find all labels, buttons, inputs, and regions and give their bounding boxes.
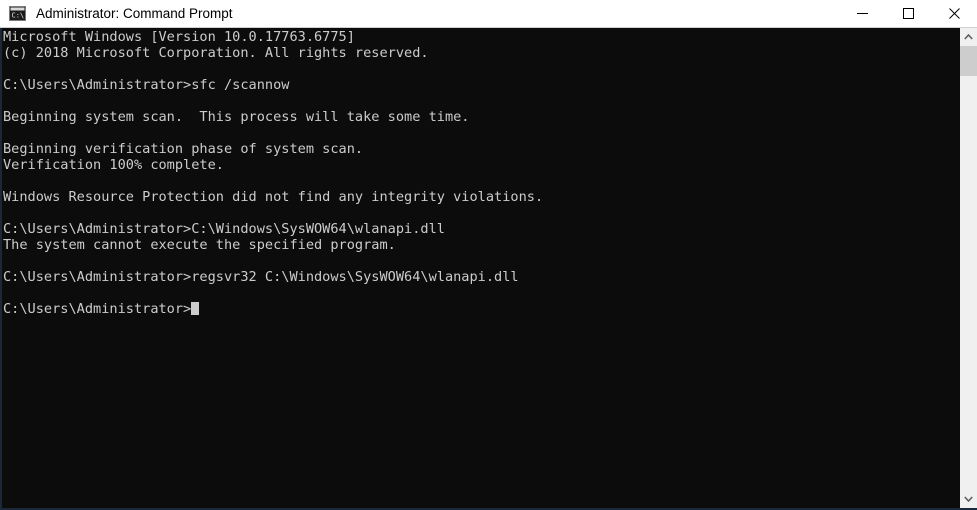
console-line: Beginning system scan. This process will… — [3, 109, 470, 125]
titlebar[interactable]: C:\ Administrator: Command Prompt — [0, 0, 977, 28]
console-line: (c) 2018 Microsoft Corporation. All righ… — [3, 45, 429, 61]
console-output[interactable]: Microsoft Windows [Version 10.0.17763.67… — [2, 28, 959, 508]
console-area: Microsoft Windows [Version 10.0.17763.67… — [0, 28, 977, 510]
command-prompt-icon: C:\ — [9, 6, 26, 21]
console-line: C:\Users\Administrator> — [3, 301, 959, 317]
console-line: C:\Users\Administrator>sfc /scannow — [3, 77, 290, 93]
maximize-button[interactable] — [885, 0, 931, 28]
console-line: Microsoft Windows [Version 10.0.17763.67… — [3, 29, 355, 45]
titlebar-buttons — [839, 0, 977, 28]
console-line: Verification 100% complete. — [3, 157, 224, 173]
command-prompt-window: C:\ Administrator: Command Prompt Micros… — [0, 0, 977, 510]
console-line: C:\Users\Administrator>C:\Windows\SysWOW… — [3, 221, 445, 237]
svg-text:C:\: C:\ — [12, 12, 25, 20]
scrollbar-thumb[interactable] — [960, 46, 977, 76]
console-line: C:\Users\Administrator>regsvr32 C:\Windo… — [3, 269, 519, 285]
scrollbar-track[interactable] — [960, 46, 977, 490]
scroll-down-button[interactable] — [960, 490, 977, 508]
text-cursor — [191, 302, 200, 315]
console-line: Windows Resource Protection did not find… — [3, 189, 544, 205]
minimize-button[interactable] — [839, 0, 885, 28]
scroll-up-button[interactable] — [960, 28, 977, 46]
titlebar-left: C:\ Administrator: Command Prompt — [0, 6, 839, 22]
console-line: Beginning verification phase of system s… — [3, 141, 364, 157]
close-button[interactable] — [931, 0, 977, 28]
vertical-scrollbar[interactable] — [959, 28, 977, 508]
window-title: Administrator: Command Prompt — [36, 5, 233, 21]
console-line: The system cannot execute the specified … — [3, 237, 396, 253]
